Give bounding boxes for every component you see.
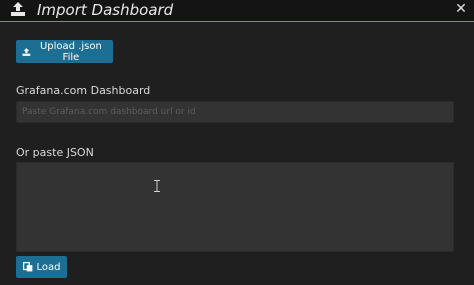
upload-icon	[22, 47, 31, 56]
close-button[interactable]: ✕	[454, 0, 468, 18]
load-button-label: Load	[36, 261, 61, 273]
upload-icon	[11, 2, 25, 16]
grafana-com-label: Grafana.com Dashboard	[16, 84, 151, 97]
copy-icon	[22, 262, 32, 272]
upload-button-label: Upload .json File	[39, 40, 102, 63]
json-textarea[interactable]	[16, 162, 454, 252]
grafana-com-input[interactable]	[16, 101, 454, 123]
modal-header: Import Dashboard ✕	[0, 0, 474, 22]
import-dashboard-modal: Import Dashboard ✕ Upload .json File Gra…	[0, 0, 474, 285]
upload-json-button[interactable]: Upload .json File	[16, 40, 113, 63]
modal-title: Import Dashboard	[37, 1, 174, 19]
paste-json-label: Or paste JSON	[16, 146, 94, 159]
load-button[interactable]: Load	[16, 256, 67, 278]
